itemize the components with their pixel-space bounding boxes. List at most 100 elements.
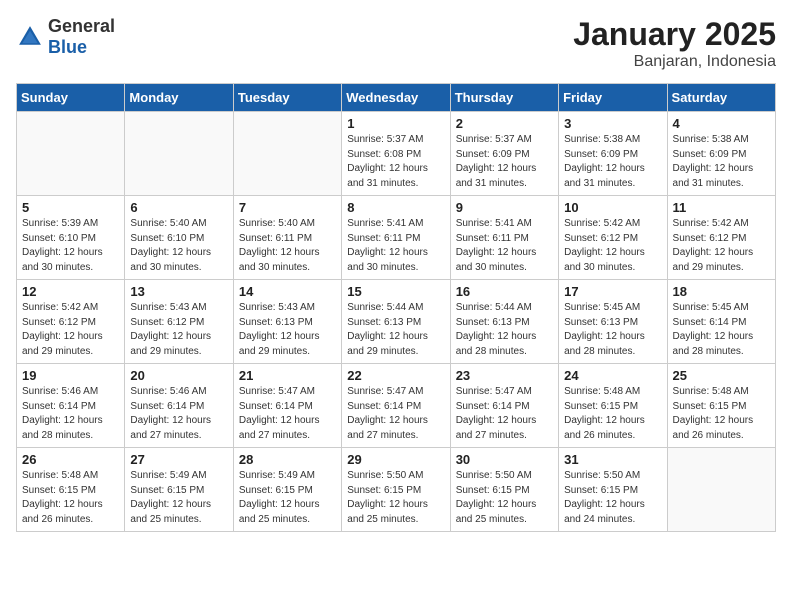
calendar-cell: 23Sunrise: 5:47 AM Sunset: 6:14 PM Dayli…	[450, 364, 558, 448]
calendar-location: Banjaran, Indonesia	[573, 53, 776, 71]
day-number: 23	[456, 368, 553, 383]
calendar-cell: 31 Sunrise: 5:50 AM Sunset: 6:15 PM Dayli…	[559, 448, 667, 532]
day-info: Sunrise: 5:37 AM Sunset: 6:09 PM Dayligh…	[456, 133, 553, 191]
day-number: 11	[673, 200, 770, 215]
weekday-header-tuesday: Tuesday	[233, 84, 341, 112]
calendar-cell: 22 Sunrise: 5:47 AM Sunset: 6:14 PM Dayli…	[342, 364, 450, 448]
day-number: 24	[564, 368, 661, 383]
day-info: Sunrise: 5:41 AM Sunset: 6:11 PM Dayligh…	[456, 217, 553, 275]
day-info: Sunrise: 5:45 AM Sunset: 6:14 PM Dayligh…	[673, 301, 770, 359]
day-number: 13	[130, 284, 227, 299]
day-info: Sunrise: 5:43 AM Sunset: 6:13 PM Dayligh…	[239, 301, 336, 359]
day-number: 20	[130, 368, 227, 383]
calendar-cell: 10 Sunrise: 5:42 AM Sunset: 6:12 PM Dayli…	[559, 196, 667, 280]
day-info: Sunrise: 5:47 AM Sunset: 6:14 PM Dayligh…	[239, 385, 336, 443]
day-info: Sunrise: 5:40 AM Sunset: 6:10 PM Dayligh…	[130, 217, 227, 275]
day-number: 19	[22, 368, 119, 383]
day-number: 17	[564, 284, 661, 299]
weekday-header-monday: Monday	[125, 84, 233, 112]
day-number: 2	[456, 116, 553, 131]
calendar-week-row: 19 Sunrise: 5:46 AM Sunset: 6:14 PM Dayli…	[17, 364, 776, 448]
weekday-header-thursday: Thursday	[450, 84, 558, 112]
calendar-cell: 20Sunrise: 5:46 AM Sunset: 6:14 PM Dayli…	[125, 364, 233, 448]
day-info: Sunrise: 5:47 AM Sunset: 6:14 PM Dayligh…	[347, 385, 444, 443]
day-number: 22	[347, 368, 444, 383]
page-header: General Blue January 2025 Banjaran, Indo…	[16, 16, 776, 71]
calendar-cell: 18 Sunrise: 5:45 AM Sunset: 6:14 PM Dayli…	[667, 280, 775, 364]
calendar-cell: 8 Sunrise: 5:41 AM Sunset: 6:11 PM Daylig…	[342, 196, 450, 280]
calendar-cell: 5 Sunrise: 5:39 AM Sunset: 6:10 PM Daylig…	[17, 196, 125, 280]
calendar-cell: 6 Sunrise: 5:40 AM Sunset: 6:10 PM Daylig…	[125, 196, 233, 280]
day-number: 16	[456, 284, 553, 299]
day-info: Sunrise: 5:42 AM Sunset: 6:12 PM Dayligh…	[22, 301, 119, 359]
calendar-cell: 1 Sunrise: 5:37 AM Sunset: 6:08 PM Daylig…	[342, 112, 450, 196]
calendar-cell: 24 Sunrise: 5:48 AM Sunset: 6:15 PM Dayli…	[559, 364, 667, 448]
calendar-cell: 26 Sunrise: 5:48 AM Sunset: 6:15 PM Dayli…	[17, 448, 125, 532]
day-info: Sunrise: 5:50 AM Sunset: 6:15 PM Dayligh…	[347, 469, 444, 527]
day-info: Sunrise: 5:46 AM Sunset: 6:14 PM Dayligh…	[22, 385, 119, 443]
day-number: 7	[239, 200, 336, 215]
day-number: 31	[564, 452, 661, 467]
logo-text: General Blue	[48, 16, 115, 58]
day-number: 8	[347, 200, 444, 215]
logo: General Blue	[16, 16, 115, 58]
weekday-header-saturday: Saturday	[667, 84, 775, 112]
calendar-cell: 2 Sunrise: 5:37 AM Sunset: 6:09 PM Daylig…	[450, 112, 558, 196]
day-info: Sunrise: 5:38 AM Sunset: 6:09 PM Dayligh…	[673, 133, 770, 191]
day-number: 26	[22, 452, 119, 467]
calendar-cell: 17 Sunrise: 5:45 AM Sunset: 6:13 PM Dayli…	[559, 280, 667, 364]
day-info: Sunrise: 5:39 AM Sunset: 6:10 PM Dayligh…	[22, 217, 119, 275]
calendar-week-row: 1 Sunrise: 5:37 AM Sunset: 6:08 PM Daylig…	[17, 112, 776, 196]
day-number: 18	[673, 284, 770, 299]
day-info: Sunrise: 5:43 AM Sunset: 6:12 PM Dayligh…	[130, 301, 227, 359]
day-info: Sunrise: 5:50 AM Sunset: 6:15 PM Dayligh…	[456, 469, 553, 527]
day-number: 3	[564, 116, 661, 131]
calendar-cell	[17, 112, 125, 196]
day-info: Sunrise: 5:48 AM Sunset: 6:15 PM Dayligh…	[673, 385, 770, 443]
calendar-cell: 29Sunrise: 5:50 AM Sunset: 6:15 PM Dayli…	[342, 448, 450, 532]
calendar-cell: 4Sunrise: 5:38 AM Sunset: 6:09 PM Daylig…	[667, 112, 775, 196]
day-info: Sunrise: 5:48 AM Sunset: 6:15 PM Dayligh…	[22, 469, 119, 527]
day-info: Sunrise: 5:38 AM Sunset: 6:09 PM Dayligh…	[564, 133, 661, 191]
day-info: Sunrise: 5:48 AM Sunset: 6:15 PM Dayligh…	[564, 385, 661, 443]
day-info: Sunrise: 5:45 AM Sunset: 6:13 PM Dayligh…	[564, 301, 661, 359]
calendar-cell	[125, 112, 233, 196]
day-info: Sunrise: 5:49 AM Sunset: 6:15 PM Dayligh…	[130, 469, 227, 527]
day-number: 14	[239, 284, 336, 299]
logo-general: General	[48, 16, 115, 36]
day-number: 1	[347, 116, 444, 131]
day-number: 6	[130, 200, 227, 215]
day-info: Sunrise: 5:50 AM Sunset: 6:15 PM Dayligh…	[564, 469, 661, 527]
day-number: 5	[22, 200, 119, 215]
day-info: Sunrise: 5:42 AM Sunset: 6:12 PM Dayligh…	[564, 217, 661, 275]
day-info: Sunrise: 5:44 AM Sunset: 6:13 PM Dayligh…	[456, 301, 553, 359]
calendar-week-row: 12 Sunrise: 5:42 AM Sunset: 6:12 PM Dayli…	[17, 280, 776, 364]
day-info: Sunrise: 5:42 AM Sunset: 6:12 PM Dayligh…	[673, 217, 770, 275]
day-number: 30	[456, 452, 553, 467]
calendar-week-row: 26 Sunrise: 5:48 AM Sunset: 6:15 PM Dayli…	[17, 448, 776, 532]
calendar-cell: 11 Sunrise: 5:42 AM Sunset: 6:12 PM Dayli…	[667, 196, 775, 280]
calendar-cell: 7Sunrise: 5:40 AM Sunset: 6:11 PM Daylig…	[233, 196, 341, 280]
weekday-header-row: SundayMondayTuesdayWednesdayThursdayFrid…	[17, 84, 776, 112]
day-number: 12	[22, 284, 119, 299]
calendar-cell: 14 Sunrise: 5:43 AM Sunset: 6:13 PM Dayli…	[233, 280, 341, 364]
weekday-header-sunday: Sunday	[17, 84, 125, 112]
calendar-cell: 30 Sunrise: 5:50 AM Sunset: 6:15 PM Dayli…	[450, 448, 558, 532]
calendar-cell: 25Sunrise: 5:48 AM Sunset: 6:15 PM Dayli…	[667, 364, 775, 448]
day-number: 10	[564, 200, 661, 215]
weekday-header-friday: Friday	[559, 84, 667, 112]
calendar-cell: 3 Sunrise: 5:38 AM Sunset: 6:09 PM Daylig…	[559, 112, 667, 196]
calendar-cell	[233, 112, 341, 196]
calendar-week-row: 5 Sunrise: 5:39 AM Sunset: 6:10 PM Daylig…	[17, 196, 776, 280]
calendar-cell: 16 Sunrise: 5:44 AM Sunset: 6:13 PM Dayli…	[450, 280, 558, 364]
day-info: Sunrise: 5:41 AM Sunset: 6:11 PM Dayligh…	[347, 217, 444, 275]
day-number: 27	[130, 452, 227, 467]
day-info: Sunrise: 5:49 AM Sunset: 6:15 PM Dayligh…	[239, 469, 336, 527]
calendar-cell: 27 Sunrise: 5:49 AM Sunset: 6:15 PM Dayli…	[125, 448, 233, 532]
logo-icon	[16, 23, 44, 51]
day-number: 21	[239, 368, 336, 383]
calendar-cell: 15Sunrise: 5:44 AM Sunset: 6:13 PM Dayli…	[342, 280, 450, 364]
day-info: Sunrise: 5:37 AM Sunset: 6:08 PM Dayligh…	[347, 133, 444, 191]
calendar-cell: 19 Sunrise: 5:46 AM Sunset: 6:14 PM Dayli…	[17, 364, 125, 448]
logo-blue: Blue	[48, 37, 87, 57]
